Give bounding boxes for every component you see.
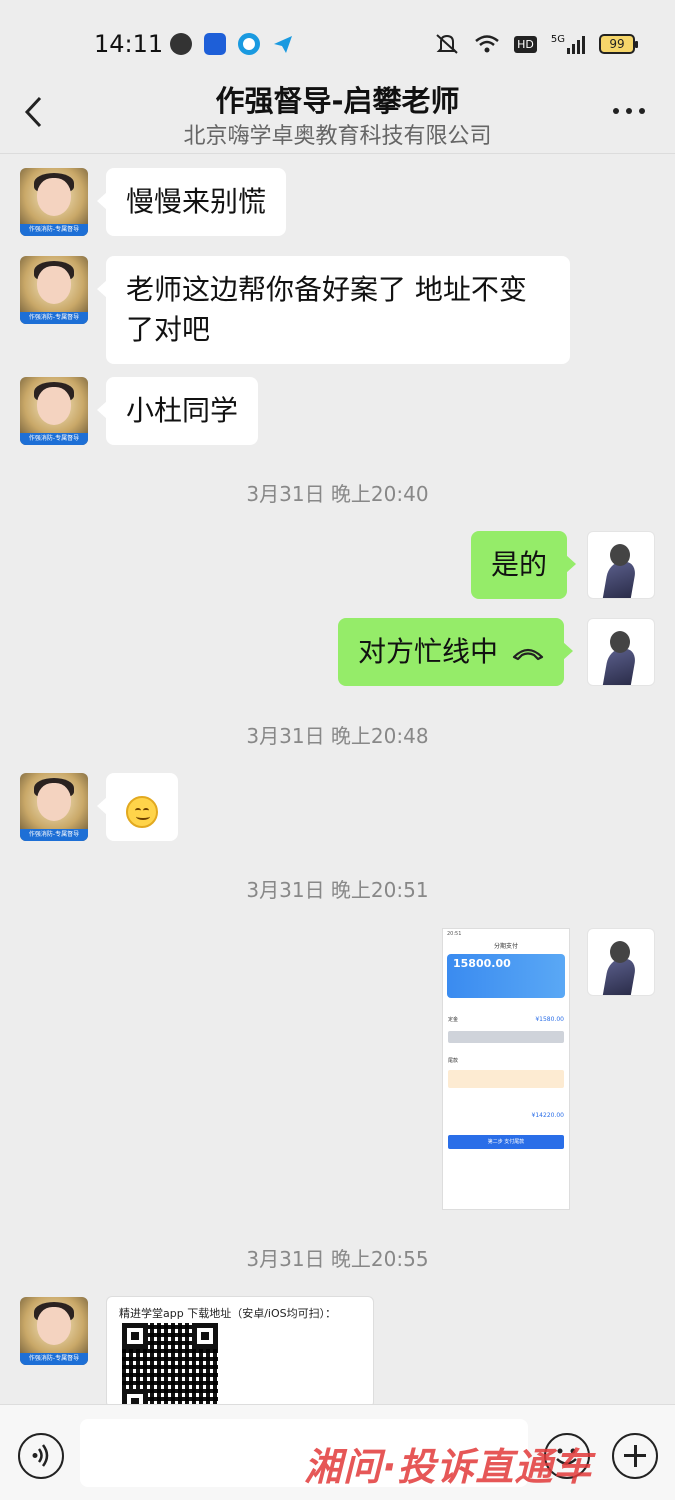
circle-app-icon — [238, 33, 260, 55]
screenshot-deposit-label: 定金 — [448, 1017, 459, 1023]
screenshot-final-label: 尾款 — [448, 1058, 459, 1064]
screenshot-final-amount: ¥14220.00 — [531, 1112, 564, 1119]
voice-input-icon[interactable] — [18, 1433, 64, 1479]
uc-browser-icon — [170, 33, 192, 55]
avatar-tag: 作强消防-专属督导 — [20, 829, 88, 841]
my-avatar[interactable] — [587, 618, 655, 686]
screenshot-final-row: 尾款 — [443, 1057, 569, 1064]
teacher-avatar[interactable]: 作强消防-专属督导 — [20, 773, 88, 841]
chat-subtitle: 北京嗨学卓奥教育科技有限公司 — [183, 124, 492, 149]
screenshot-gray-bar — [448, 1031, 564, 1043]
screenshot-final-amount-row: ¥14220.00 — [443, 1112, 569, 1119]
qr-code-image-message[interactable]: 精进学堂app 下载地址（安卓/iOS均可扫）： — [106, 1296, 374, 1408]
message-text: 老师这边帮你备好案了 地址不变 — [126, 273, 527, 306]
screenshot-deposit-amount: ¥1580.00 — [535, 1016, 564, 1023]
message-timestamp: 3月31日 晚上20:55 — [246, 1247, 429, 1271]
battery-icon: 99 — [599, 34, 638, 54]
paper-plane-icon — [272, 33, 294, 55]
more-options-icon[interactable] — [613, 108, 645, 114]
smile-emoji-icon — [126, 796, 158, 828]
message-bubble[interactable]: 是的 — [471, 531, 577, 599]
message-text: 小杜同学 — [126, 394, 239, 427]
screenshot-amount: 15800.00 — [453, 957, 511, 970]
message-bubble[interactable] — [97, 773, 178, 841]
message-text: 慢慢来别慌 — [126, 185, 267, 218]
message-bubble[interactable]: 小杜同学 — [96, 377, 259, 445]
avatar-tag: 作强消防-专属督导 — [20, 312, 88, 324]
qr-code-icon — [122, 1323, 218, 1407]
message-timestamp: 3月31日 晚上20:51 — [246, 878, 429, 902]
message-bubble[interactable]: 慢慢来别慌 — [96, 168, 287, 236]
message-text: 是的 — [491, 548, 548, 581]
screenshot-title: 分期支付 — [493, 943, 518, 950]
system-indicators: HD 5G 99 — [434, 33, 638, 55]
hang-up-icon — [512, 648, 544, 661]
hd-icon: HD — [514, 35, 537, 53]
chat-title: 作强督导-启攀老师 — [215, 84, 460, 118]
qr-caption: 精进学堂app 下载地址（安卓/iOS均可扫）： — [119, 1307, 337, 1320]
call-record-bubble[interactable]: 对方忙线中 — [338, 618, 574, 686]
mute-bell-icon — [436, 34, 458, 54]
message-text: 对方忙线中 — [358, 635, 499, 668]
status-time: 14:11 — [94, 30, 164, 58]
message-timestamp: 3月31日 晚上20:40 — [246, 482, 429, 506]
signal-icon: 5G — [551, 34, 585, 54]
avatar-tag: 作强消防-专属督导 — [20, 433, 88, 445]
teacher-avatar[interactable]: 作强消防-专属督导 — [20, 377, 88, 445]
screenshot-deposit-row: 定金 ¥1580.00 — [443, 1016, 569, 1023]
chat-header: 作强督导-启攀老师 北京嗨学卓奥教育科技有限公司 — [0, 70, 675, 154]
more-actions-plus-icon[interactable] — [612, 1433, 658, 1479]
screenshot-note — [448, 1070, 564, 1088]
message-timestamp: 3月31日 晚上20:48 — [246, 724, 429, 748]
screenshot-amount-card: 15800.00 — [447, 954, 565, 998]
my-avatar[interactable] — [587, 928, 655, 996]
my-avatar[interactable] — [587, 531, 655, 599]
screenshot-status: 20:51 — [447, 931, 462, 937]
teacher-avatar[interactable]: 作强消防-专属督导 — [20, 1297, 88, 1365]
teacher-avatar[interactable]: 作强消防-专属督导 — [20, 256, 88, 324]
notification-icons — [170, 33, 294, 55]
teacher-avatar[interactable]: 作强消防-专属督导 — [20, 168, 88, 236]
payment-screenshot-image[interactable]: 20:51 分期支付 15800.00 定金 ¥1580.00 尾款 ¥1422… — [442, 928, 570, 1210]
avatar-tag: 作强消防-专属督导 — [20, 1353, 88, 1365]
message-bubble[interactable]: 老师这边帮你备好案了 地址不变 了对吧 — [97, 256, 570, 364]
watermark-logo: 湘问·投诉直通车 — [304, 1445, 593, 1489]
car-app-icon — [204, 33, 226, 55]
screenshot-pay-button: 第二步 支付尾款 — [448, 1135, 564, 1149]
avatar-tag: 作强消防-专属督导 — [20, 224, 88, 236]
wifi-icon — [475, 35, 499, 53]
message-text: 了对吧 — [126, 313, 211, 346]
